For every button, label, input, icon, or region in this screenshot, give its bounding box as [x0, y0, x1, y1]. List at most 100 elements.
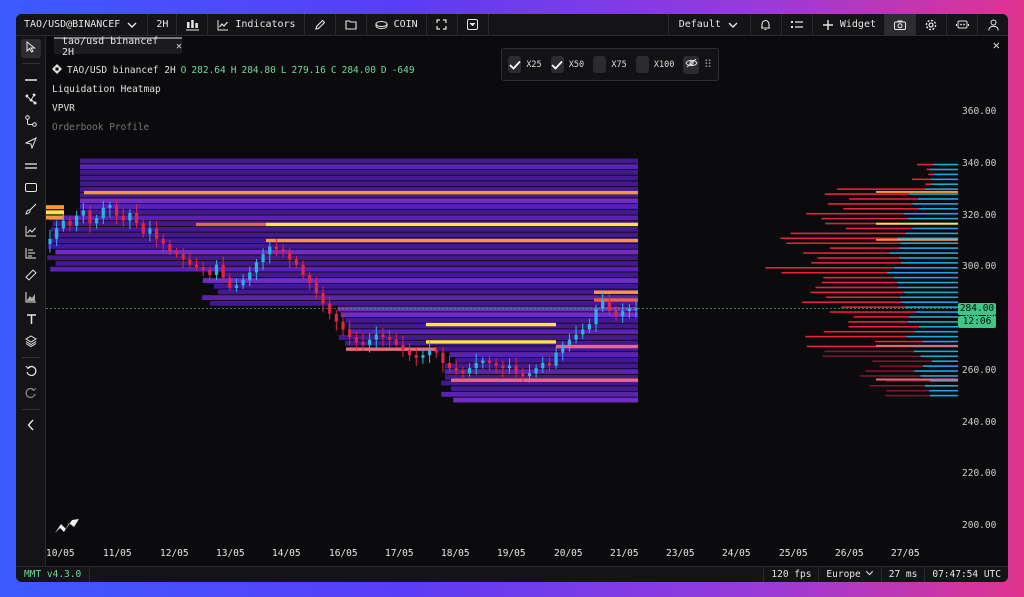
- time-tick-label: 21/05: [610, 548, 639, 559]
- layers-tool[interactable]: [21, 333, 41, 352]
- indicator-legend-vpvr[interactable]: VPVR: [52, 99, 415, 118]
- candle-body: [441, 352, 445, 363]
- candle-body: [407, 350, 412, 356]
- symbol-selector[interactable]: TAO/USD@BINANCEF: [16, 14, 147, 36]
- x25-checkbox[interactable]: [508, 56, 522, 73]
- app-window: TAO/USD@BINANCEF 2H Indicators COIN Defa…: [16, 14, 1008, 582]
- vpvr-sell-bar: [821, 281, 897, 284]
- fullscreen-button[interactable]: [427, 14, 457, 36]
- price-axis[interactable]: 360.00340.00320.00300.00280.00260.00240.…: [958, 54, 1008, 544]
- path-tool[interactable]: [21, 113, 41, 132]
- vpvr-buy-bar: [912, 227, 958, 230]
- account-button[interactable]: [978, 14, 1008, 36]
- region-selector[interactable]: Europe: [818, 566, 880, 582]
- settings-button[interactable]: [916, 14, 946, 36]
- coin-button[interactable]: COIN: [367, 14, 426, 36]
- close-icon[interactable]: ✕: [176, 41, 182, 52]
- candle-body: [454, 368, 458, 371]
- candle-body: [581, 329, 585, 335]
- candle-body: [301, 264, 305, 276]
- heatmap-band: [337, 306, 638, 312]
- undo-button[interactable]: [21, 363, 41, 382]
- vpvr-sell-bar: [865, 370, 915, 372]
- time-tick-label: 25/05: [779, 548, 808, 559]
- chevron-down-icon: [125, 18, 139, 32]
- heatmap-band: [80, 198, 638, 204]
- redo-button[interactable]: [21, 385, 41, 404]
- vpvr-sell-bar: [872, 360, 933, 362]
- legend-symbol: TAO/USD binancef 2H: [67, 65, 176, 76]
- timeframe-button[interactable]: 2H: [148, 14, 176, 36]
- vpvr-buy-bar: [920, 355, 958, 358]
- fib-tool[interactable]: [21, 245, 41, 264]
- alerts-button[interactable]: [751, 14, 781, 36]
- x50-checkbox[interactable]: [550, 56, 564, 73]
- close-panel-icon[interactable]: ✕: [993, 38, 1000, 52]
- brush-tool[interactable]: [21, 201, 41, 220]
- layout-selector[interactable]: Default: [669, 14, 750, 36]
- x75-checkbox[interactable]: [593, 56, 607, 73]
- chart-tool[interactable]: [21, 289, 41, 308]
- folder-button[interactable]: [336, 14, 366, 36]
- countdown-badge: 12:06: [958, 315, 996, 328]
- screenshot-button[interactable]: [885, 14, 915, 36]
- candle-body: [88, 210, 92, 224]
- vpvr-buy-bar: [904, 306, 958, 308]
- bot-button[interactable]: [947, 14, 977, 36]
- candle-body: [141, 223, 145, 234]
- x100-checkbox[interactable]: [635, 56, 649, 73]
- clock-label: 07:47:54 UTC: [932, 569, 1001, 580]
- text-tool[interactable]: [21, 311, 41, 330]
- price-tick-label: 260.00: [962, 364, 997, 376]
- chart-tab[interactable]: tao/usd binancef 2H ✕: [54, 36, 182, 58]
- ruler-icon: [25, 269, 37, 284]
- candle-body: [348, 329, 352, 338]
- vpvr-buy-bar: [929, 394, 958, 397]
- symbol-legend-row[interactable]: TAO/USD binancef 2H O 282.64 H 284.80 L 279…: [52, 61, 415, 80]
- save-button[interactable]: [458, 14, 488, 36]
- drag-handle-icon[interactable]: ⠿: [704, 58, 712, 71]
- time-tick-label: 14/05: [272, 548, 301, 559]
- parallel-tool[interactable]: [21, 157, 41, 176]
- indicator-legend-orderbook[interactable]: Orderbook Profile: [52, 118, 415, 137]
- eye-off-icon: [685, 58, 698, 71]
- heatmap-edge-mark: [46, 210, 64, 215]
- rect-tool[interactable]: [21, 179, 41, 198]
- vpvr-level-mark: [876, 238, 958, 241]
- indicator-chart-icon: [216, 18, 230, 32]
- plus-icon: [821, 18, 835, 32]
- time-tick-label: 18/05: [441, 548, 470, 559]
- candle-body: [547, 362, 552, 366]
- indicator-tool[interactable]: [21, 223, 41, 242]
- candle-body: [55, 228, 59, 239]
- candle-body: [467, 368, 472, 374]
- collapse-sidebar-button[interactable]: [21, 417, 41, 436]
- candle-body: [201, 267, 205, 270]
- add-widget-button[interactable]: Widget: [813, 14, 884, 36]
- fps-indicator: 120 fps: [763, 566, 818, 582]
- indicators-label: Indicators: [235, 19, 296, 30]
- candle-body: [621, 311, 625, 317]
- time-axis[interactable]: 10/05 11/05 12/05 13/05 14/05 16/05 17/05 18/05…: [46, 544, 958, 566]
- network-tool[interactable]: [21, 91, 41, 110]
- hide-toggle-button[interactable]: [683, 55, 699, 74]
- heatmap-band: [80, 158, 638, 164]
- symbol-label: TAO/USD@BINANCEF: [24, 19, 121, 30]
- chart-type-button[interactable]: [177, 14, 207, 36]
- hline-tool[interactable]: [21, 69, 41, 88]
- price-tick-label: 240.00: [962, 416, 997, 428]
- heatmap-band: [55, 249, 638, 255]
- heatmap-hot-band: [594, 298, 638, 302]
- candle-body: [114, 205, 119, 216]
- high-key: H: [230, 65, 237, 76]
- vpvr-buy-bar: [898, 286, 958, 289]
- indicators-button[interactable]: Indicators: [208, 14, 303, 36]
- candle-body: [248, 272, 252, 281]
- ruler-tool[interactable]: [21, 267, 41, 286]
- cursor-tool[interactable]: [21, 39, 41, 58]
- chart-icon: [25, 291, 37, 306]
- draw-button[interactable]: [305, 14, 335, 36]
- watchlist-button[interactable]: [782, 14, 812, 36]
- arrow-tool[interactable]: [21, 135, 41, 154]
- indicator-legend-heatmap[interactable]: Liquidation Heatmap: [52, 80, 415, 99]
